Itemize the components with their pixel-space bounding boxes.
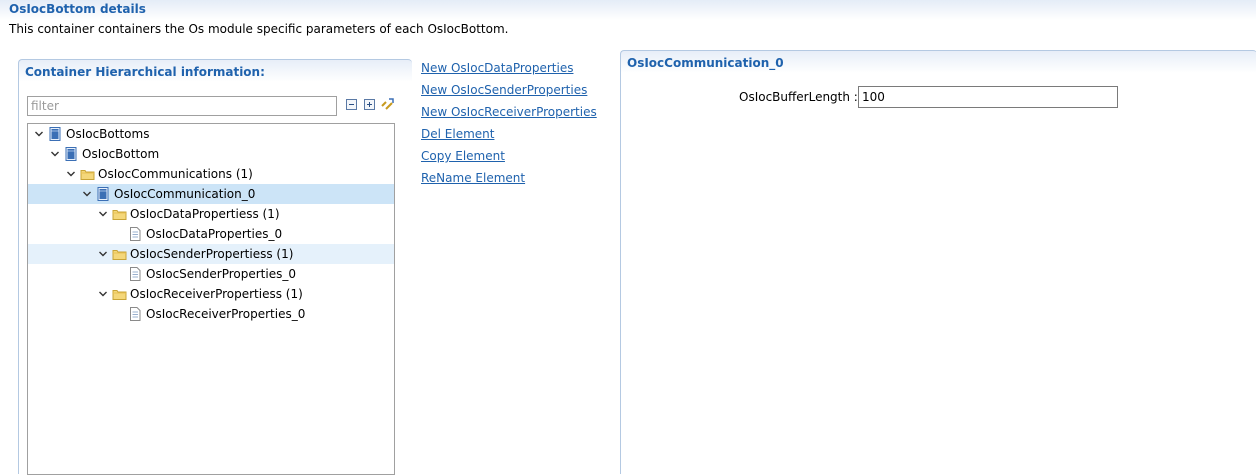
module-icon — [97, 187, 109, 201]
tree-item[interactable]: OsIocDataPropertiess (1) — [28, 204, 394, 224]
tree-item-label: OsIocCommunications (1) — [98, 167, 253, 181]
chevron-down-icon[interactable] — [98, 289, 108, 299]
folder-icon — [112, 250, 127, 260]
tree-item[interactable]: OsIocCommunications (1) — [28, 164, 394, 184]
tree-item-label: OsIocDataPropertiess (1) — [130, 207, 280, 221]
tree-item[interactable]: OsIocSenderPropertiess (1) — [28, 244, 394, 264]
hierarchy-section: Container Hierarchical information: OsIo… — [18, 59, 412, 475]
details-section: OsIocCommunication_0 — [620, 50, 1256, 474]
tree-item-label: OsIocCommunication_0 — [114, 187, 256, 201]
tree-item-label: OsIocBottom — [82, 147, 160, 161]
tree-item[interactable]: OsIocReceiverProperties_0 — [28, 304, 394, 324]
tree-item[interactable]: OsIocBottoms — [28, 124, 394, 144]
rename-element-link[interactable]: ReName Element — [421, 171, 525, 185]
tree-view[interactable]: OsIocBottoms OsIocBottom OsIocCommunicatio… — [27, 123, 395, 475]
folder-icon — [80, 170, 95, 180]
tree-item-label: OsIocSenderPropertiess (1) — [130, 247, 294, 261]
file-icon — [130, 307, 141, 321]
tree-item-label: OsIocReceiverProperties_0 — [146, 307, 306, 321]
details-section-title: OsIocCommunication_0 — [627, 56, 784, 70]
module-icon — [49, 127, 61, 141]
collapse-all-icon[interactable] — [346, 99, 357, 110]
link-with-editor-icon[interactable] — [380, 97, 394, 111]
chevron-down-icon[interactable] — [98, 209, 108, 219]
delete-element-link[interactable]: Del Element — [421, 127, 494, 141]
module-icon — [65, 147, 77, 161]
expand-all-icon[interactable] — [364, 99, 375, 110]
tree-item-label: OsIocDataProperties_0 — [146, 227, 283, 241]
page-title: OsIocBottom details — [9, 2, 146, 16]
new-receiver-properties-link[interactable]: New OsIocReceiverProperties — [421, 105, 597, 119]
tree-item-label: OsIocSenderProperties_0 — [146, 267, 296, 281]
page-description: This container containers the Os module … — [9, 22, 509, 36]
buffer-length-input[interactable] — [858, 86, 1118, 108]
tree-item[interactable]: OsIocBottom — [28, 144, 394, 164]
tree-item-label: OsIocReceiverPropertiess (1) — [130, 287, 303, 301]
chevron-down-icon[interactable] — [82, 189, 92, 199]
copy-element-link[interactable]: Copy Element — [421, 149, 505, 163]
file-icon — [130, 267, 141, 281]
new-sender-properties-link[interactable]: New OsIocSenderProperties — [421, 83, 587, 97]
folder-icon — [112, 290, 127, 300]
chevron-down-icon[interactable] — [98, 249, 108, 259]
tree-item[interactable]: OsIocSenderProperties_0 — [28, 264, 394, 284]
chevron-down-icon[interactable] — [66, 169, 76, 179]
tree-item[interactable]: OsIocDataProperties_0 — [28, 224, 394, 244]
buffer-length-label: OsIocBufferLength : — [739, 90, 858, 104]
folder-icon — [112, 210, 127, 220]
hierarchy-section-title: Container Hierarchical information: — [25, 65, 265, 79]
header-band — [0, 0, 1256, 20]
tree-item[interactable]: OsIocCommunication_0 — [28, 184, 394, 204]
chevron-down-icon[interactable] — [50, 149, 60, 159]
chevron-down-icon[interactable] — [34, 129, 44, 139]
file-icon — [130, 227, 141, 241]
tree-item-label: OsIocBottoms — [66, 127, 150, 141]
tree-item[interactable]: OsIocReceiverPropertiess (1) — [28, 284, 394, 304]
filter-input[interactable] — [27, 96, 337, 116]
new-data-properties-link[interactable]: New OsIocDataProperties — [421, 61, 573, 75]
